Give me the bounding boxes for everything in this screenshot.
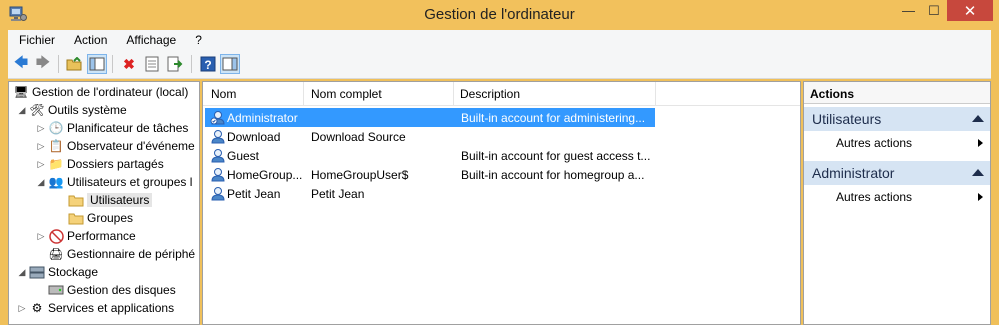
shared-folder-icon: 📁 <box>48 157 64 171</box>
folder-icon <box>68 192 84 208</box>
expanded-arrow-icon[interactable]: ◢ <box>36 177 46 188</box>
performance-icon <box>48 228 64 244</box>
user-icon <box>211 187 225 201</box>
user-icon <box>211 130 225 144</box>
toolbar: 🡄 🡆 ✖ ? <box>8 50 991 79</box>
table-row[interactable]: Download Download Source <box>205 127 655 146</box>
autres-actions-utilisateurs[interactable]: Autres actions <box>836 136 912 150</box>
menu-bar: Fichier Action Affichage ? <box>8 30 991 50</box>
collapsed-arrow-icon[interactable]: ▷ <box>36 141 46 152</box>
properties-icon[interactable] <box>142 54 162 74</box>
menu-affichage[interactable]: Affichage <box>115 33 184 47</box>
actions-section-administrator[interactable]: Administrator <box>804 161 990 185</box>
menu-help[interactable]: ? <box>184 33 210 47</box>
expanded-arrow-icon[interactable]: ◢ <box>17 105 27 116</box>
title-bar: Gestion de l'ordinateur — ☐ ✕ <box>0 0 999 30</box>
user-name: Download <box>227 130 281 144</box>
expanded-arrow-icon[interactable]: ◢ <box>17 267 27 278</box>
tree-item-performance[interactable]: ▷ Performance <box>36 227 136 245</box>
storage-icon <box>29 264 45 280</box>
folder-icon <box>68 210 84 226</box>
table-row[interactable]: Guest Built-in account for guest access … <box>205 146 655 165</box>
tree-item-gestionnaire-peripheriques[interactable]: 🖨 Gestionnaire de périphé <box>48 245 195 263</box>
user-full-name: HomeGroupUser$ <box>311 168 409 182</box>
menu-action[interactable]: Action <box>63 33 115 47</box>
user-icon <box>211 149 225 163</box>
user-description: Built-in account for administering... <box>461 111 646 125</box>
user-icon <box>211 168 225 182</box>
tree-item-utilisateurs-groupes[interactable]: ◢ 👥 Utilisateurs et groupes l <box>36 173 193 191</box>
collapse-triangle-icon[interactable] <box>972 169 984 176</box>
user-full-name: Petit Jean <box>311 187 365 201</box>
services-icon: ⚙ <box>31 301 43 315</box>
maximize-button[interactable]: ☐ <box>921 0 947 21</box>
delete-icon[interactable]: ✖ <box>119 54 139 74</box>
up-folder-icon[interactable] <box>64 54 84 74</box>
table-row[interactable]: Petit Jean Petit Jean <box>205 184 655 203</box>
user-description: Built-in account for homegroup a... <box>461 168 645 182</box>
console-tree: 🖥 Gestion de l'ordinateur (local) ◢ 🛠 Ou… <box>8 81 200 325</box>
tree-item-utilisateurs[interactable]: Utilisateurs <box>68 191 153 209</box>
actions-header: Actions <box>804 82 990 104</box>
user-full-name: Download Source <box>311 130 406 144</box>
tree-item-services-applications[interactable]: ▷ ⚙ Services et applications <box>17 299 175 317</box>
forward-arrow-icon[interactable]: 🡆 <box>33 54 53 74</box>
tree-item-gestion-disques[interactable]: Gestion des disques <box>48 281 176 299</box>
show-hide-tree-icon[interactable] <box>87 54 107 74</box>
tree-item-planificateur[interactable]: ▷ 🕒 Planificateur de tâches <box>36 119 189 137</box>
tree-item-groupes[interactable]: Groupes <box>68 209 133 227</box>
user-name: HomeGroup... <box>227 168 303 182</box>
collapse-triangle-icon[interactable] <box>972 115 984 122</box>
user-description: Built-in account for guest access t... <box>461 149 651 163</box>
actions-pane: Actions Utilisateurs Autres actions Admi… <box>803 81 991 325</box>
tree-item-outils-systeme[interactable]: ◢ 🛠 Outils système <box>17 101 127 119</box>
table-row[interactable]: HomeGroup... HomeGroupUser$ Built-in acc… <box>205 165 655 184</box>
tree-item-observateur[interactable]: ▷ 📋 Observateur d'événeme <box>36 137 195 155</box>
svg-text:?: ? <box>204 58 211 72</box>
tree-item-stockage[interactable]: ◢ Stockage <box>17 263 99 281</box>
close-button[interactable]: ✕ <box>947 0 993 21</box>
column-header-nom-complet[interactable]: Nom complet <box>311 87 382 101</box>
tree-item-computer-management[interactable]: 🖥 Gestion de l'ordinateur (local) <box>13 83 188 101</box>
collapsed-arrow-icon[interactable]: ▷ <box>36 159 46 170</box>
users-list: Nom Nom complet Description Administrato… <box>202 81 801 325</box>
help-icon[interactable]: ? <box>198 54 218 74</box>
user-name: Administrator <box>227 111 298 125</box>
user-icon <box>210 111 225 125</box>
disk-icon <box>48 282 64 298</box>
column-header-description[interactable]: Description <box>460 87 520 101</box>
actions-section-utilisateurs[interactable]: Utilisateurs <box>804 107 990 131</box>
window-title: Gestion de l'ordinateur <box>424 6 575 23</box>
column-header-nom[interactable]: Nom <box>211 87 236 101</box>
export-list-icon[interactable] <box>165 54 185 74</box>
user-name: Guest <box>227 149 260 163</box>
section-title: Utilisateurs <box>812 111 882 127</box>
menu-fichier[interactable]: Fichier <box>8 33 63 47</box>
event-viewer-icon: 📋 <box>48 139 64 153</box>
user-name: Petit Jean <box>227 187 281 201</box>
submenu-arrow-icon[interactable] <box>978 139 983 147</box>
list-header: Nom Nom complet Description <box>203 82 800 106</box>
collapsed-arrow-icon[interactable]: ▷ <box>36 123 46 134</box>
tree-item-dossiers-partages[interactable]: ▷ 📁 Dossiers partagés <box>36 155 164 173</box>
users-groups-icon: 👥 <box>48 175 64 189</box>
computer-icon: 🖥 <box>13 85 29 99</box>
table-row[interactable]: Administrator Built-in account for admin… <box>205 108 655 127</box>
autres-actions-administrator[interactable]: Autres actions <box>836 190 912 204</box>
clock-icon: 🕒 <box>48 121 64 135</box>
device-manager-icon: 🖨 <box>48 247 64 261</box>
collapsed-arrow-icon[interactable]: ▷ <box>36 231 46 242</box>
collapsed-arrow-icon[interactable]: ▷ <box>17 303 27 314</box>
section-title: Administrator <box>812 165 895 181</box>
submenu-arrow-icon[interactable] <box>978 193 983 201</box>
tools-icon: 🛠 <box>29 103 45 117</box>
show-hide-action-pane-icon[interactable] <box>220 54 240 74</box>
back-arrow-icon[interactable]: 🡄 <box>11 54 31 74</box>
minimize-button[interactable]: — <box>896 0 921 21</box>
